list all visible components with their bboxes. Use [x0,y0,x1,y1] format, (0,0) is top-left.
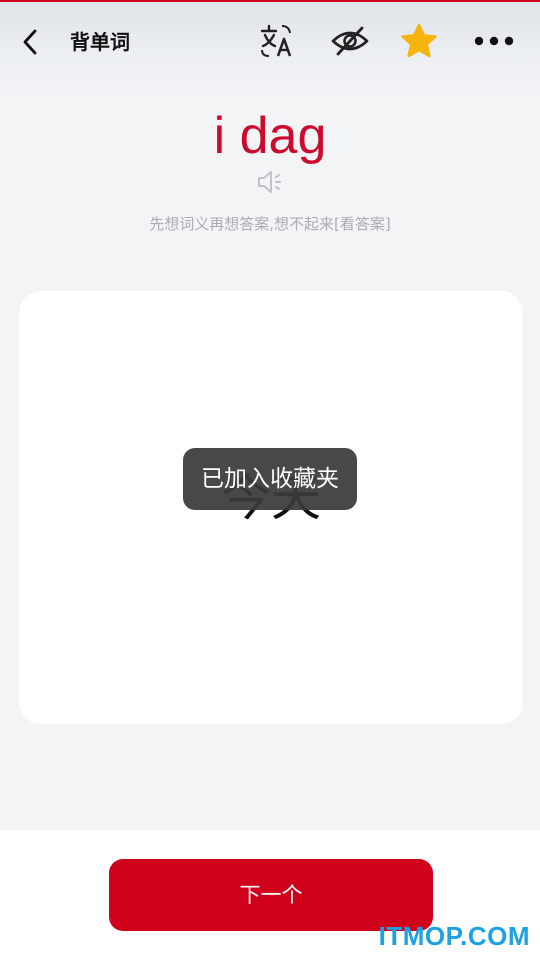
vocabulary-word: i dag [213,107,327,165]
eye-off-icon [331,26,369,56]
favorite-button[interactable] [397,20,441,62]
more-dots-icon [474,36,514,46]
back-button[interactable] [12,24,48,60]
translate-button[interactable] [256,20,300,62]
star-icon [401,23,437,58]
translate-icon [260,24,292,57]
watermark-logo: ITMOP.COM [378,921,530,951]
toast-message: 已加入收藏夹 [183,448,357,510]
recall-hint[interactable]: 先想词义再想答案,想不起来[看答案] [0,212,540,236]
chevron-left-icon [23,29,37,55]
header-bar: 背单词 [0,2,540,100]
more-button[interactable] [472,20,516,62]
play-audio-button[interactable] [255,166,287,198]
speaker-icon [258,171,281,193]
page-title: 背单词 [70,30,130,54]
hide-meaning-button[interactable] [328,20,372,62]
